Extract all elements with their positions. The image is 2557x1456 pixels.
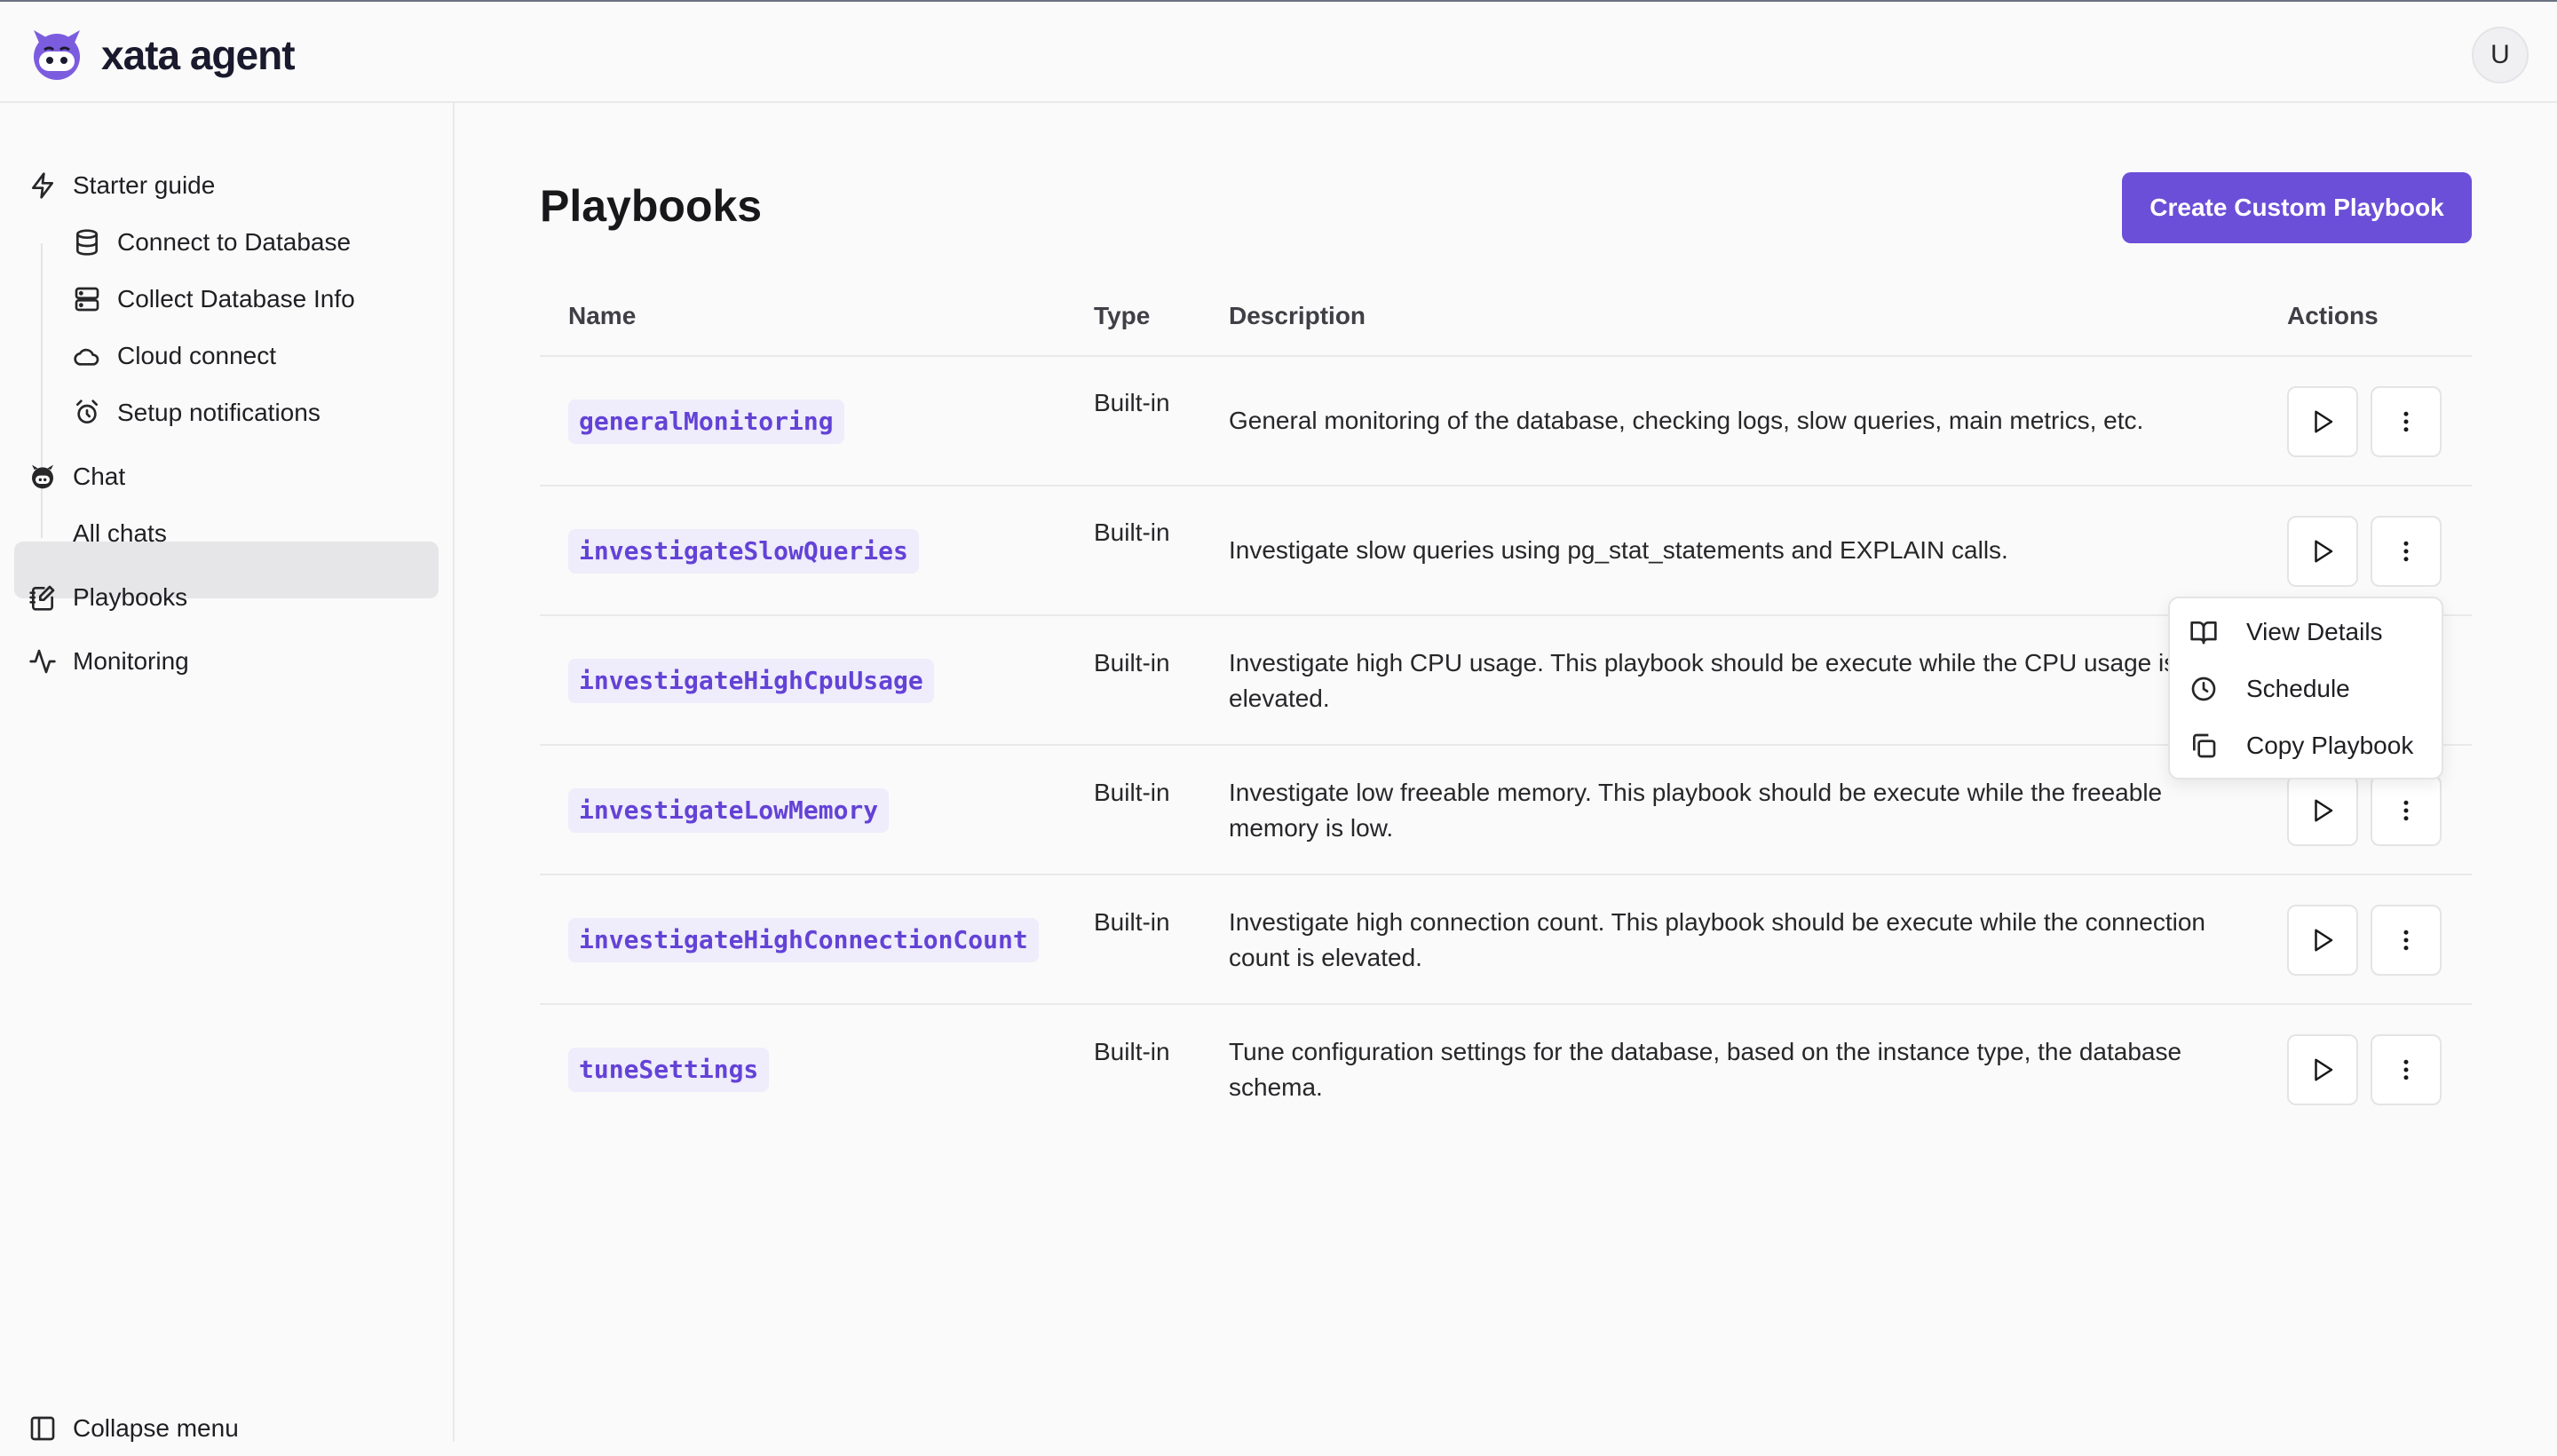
playbook-type: Built-in [1094,779,1170,806]
sidebar-item-starter-guide[interactable]: Starter guide [28,158,215,213]
column-header-description: Description [1229,302,1366,329]
run-playbook-button[interactable] [2287,386,2358,457]
playbook-name-pill[interactable]: investigateHighCpuUsage [568,659,934,703]
copy-icon [2193,733,2216,758]
table-divider [540,1003,2472,1005]
xata-logo-icon[interactable] [27,25,87,82]
sidebar-item-label: Setup notifications [117,399,321,426]
run-playbook-button[interactable] [2287,1034,2358,1105]
sidebar-item-monitoring[interactable]: Monitoring [28,634,189,689]
menu-item-view-details[interactable]: View Details [2189,607,2383,657]
app-header: xata agent U [0,2,2557,103]
clock-icon [2191,677,2216,701]
playbook-name-pill[interactable]: tuneSettings [568,1048,770,1092]
sidebar-item-label: Chat [73,463,126,490]
more-vertical-icon [2403,800,2409,821]
sidebar-item-collect-database-info[interactable]: Collect Database Info [73,272,355,327]
sidebar-item-label: Collect Database Info [117,285,355,313]
notebook-pen-icon [29,585,55,611]
playbook-name-pill[interactable]: generalMonitoring [568,400,844,444]
menu-item-label: View Details [2246,618,2383,645]
sidebar-item-chat[interactable]: Chat [28,449,125,504]
book-open-icon [2190,621,2217,645]
more-actions-button[interactable] [2371,775,2442,846]
activity-icon [29,649,56,674]
sidebar-item-label: Starter guide [73,171,216,199]
more-actions-button[interactable] [2371,905,2442,976]
brand-name: xata agent [101,32,296,78]
play-icon [2315,929,2333,952]
playbook-description: Investigate low freeable memory. This pl… [1229,779,2163,842]
database-icon [76,229,98,256]
column-header-name: Name [568,302,637,329]
play-icon [2315,1058,2333,1081]
play-icon [2315,410,2333,433]
column-header-actions: Actions [2287,302,2379,329]
zap-icon [32,172,53,199]
playbook-type: Built-in [1094,908,1170,936]
menu-item-label: Copy Playbook [2246,732,2414,759]
run-playbook-button[interactable] [2287,516,2358,587]
sidebar-item-label: Monitoring [73,647,189,675]
menu-item-label: Schedule [2246,675,2350,702]
bot-icon [32,464,53,489]
sidebar-item-label: Cloud connect [117,342,277,369]
sidebar-item-connect-database[interactable]: Connect to Database [73,215,351,270]
menu-item-schedule[interactable]: Schedule [2189,664,2350,714]
run-playbook-button[interactable] [2287,905,2358,976]
cloud-icon [74,348,99,366]
panel-left-icon [30,1416,55,1441]
more-actions-button[interactable] [2371,1034,2442,1105]
more-actions-button[interactable] [2371,516,2442,587]
playbook-description: General monitoring of the database, chec… [1229,407,2144,434]
sidebar-item-setup-notifications[interactable]: Setup notifications [73,385,321,440]
sidebar-item-label: Connect to Database [117,228,352,256]
playbook-type: Built-in [1094,1038,1170,1065]
play-icon [2315,540,2333,563]
sidebar-tree-line [41,502,43,538]
playbook-type: Built-in [1094,518,1170,546]
playbook-name-pill[interactable]: investigateSlowQueries [568,529,919,574]
create-custom-playbook-button[interactable]: Create Custom Playbook [2122,172,2472,243]
table-divider [540,874,2472,875]
playbook-type: Built-in [1094,389,1170,416]
sidebar-item-playbooks[interactable]: Playbooks [28,570,187,625]
playbook-description: Tune configuration settings for the data… [1229,1038,2182,1101]
sidebar-item-label: Playbooks [73,583,188,611]
play-icon [2315,799,2333,822]
more-vertical-icon [2403,541,2409,562]
menu-item-copy-playbook[interactable]: Copy Playbook [2189,721,2413,771]
sidebar-item-label: All chats [73,519,167,547]
playbook-name-pill[interactable]: investigateHighConnectionCount [568,918,1039,962]
playbook-description: Investigate high CPU usage. This playboo… [1229,649,2177,712]
more-vertical-icon [2403,411,2409,432]
playbook-name-pill[interactable]: investigateLowMemory [568,788,890,833]
playbook-type: Built-in [1094,649,1170,677]
alarm-clock-icon [76,400,98,423]
more-actions-button[interactable] [2371,386,2442,457]
more-vertical-icon [2403,930,2409,951]
server-icon [75,287,99,312]
playbook-description: Investigate slow queries using pg_stat_s… [1229,536,2008,564]
sidebar-item-cloud-connect[interactable]: Cloud connect [73,328,276,384]
sidebar-item-all-chats[interactable]: All chats [73,506,167,561]
sidebar: Starter guide Connect to Database Collec… [0,103,455,1442]
user-avatar[interactable]: U [2472,27,2529,83]
collapse-menu-button[interactable]: Collapse menu [28,1401,239,1456]
collapse-menu-label: Collapse menu [73,1414,239,1442]
playbook-actions-menu: View Details Schedule Copy Playbook [2168,597,2443,779]
table-divider [540,485,2472,487]
page-title: Playbooks [540,181,763,231]
run-playbook-button[interactable] [2287,775,2358,846]
table-divider [540,355,2472,357]
more-vertical-icon [2403,1059,2409,1080]
column-header-type: Type [1094,302,1151,329]
playbook-description: Investigate high connection count. This … [1229,908,2205,971]
